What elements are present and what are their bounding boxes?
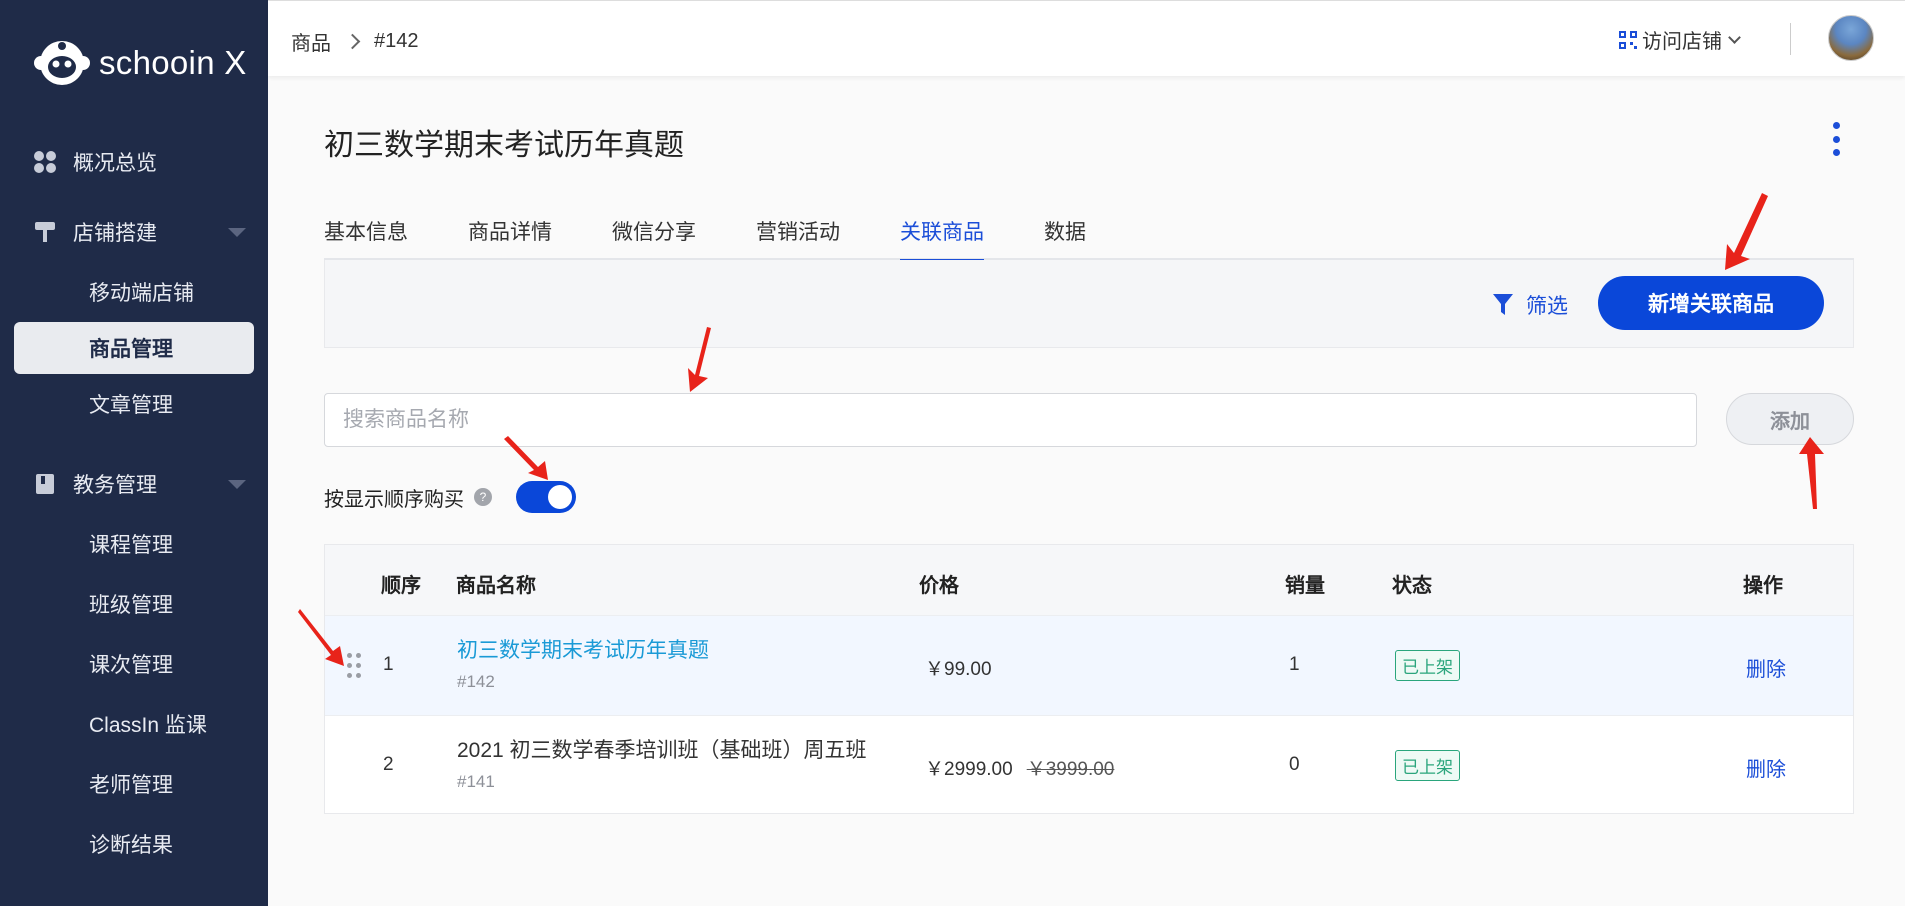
delete-link[interactable]: 删除 <box>1746 653 1786 682</box>
chevron-down-icon <box>1728 30 1741 44</box>
page-title: 初三数学期末考试历年真题 <box>324 129 684 162</box>
sidebar: schooin X 概况总览 店铺搭建 移动端店铺 商品管理 文章管理 教务管理 <box>0 0 268 906</box>
book-icon <box>32 471 58 497</box>
visit-store-label: 访问店铺 <box>1642 31 1722 53</box>
tab-data[interactable]: 数据 <box>1044 216 1086 260</box>
filter-button[interactable]: 筛选 <box>1492 290 1568 320</box>
sidebar-group-label: 店铺搭建 <box>73 222 157 245</box>
sidebar-item-product-management[interactable]: 商品管理 <box>14 322 254 374</box>
caret-down-icon <box>228 479 246 489</box>
row-order: 1 <box>383 654 394 675</box>
purchase-order-label: 按显示顺序购买 <box>324 488 464 511</box>
top-bar: 商品 #142 访问店铺 <box>268 0 1905 76</box>
add-button[interactable]: 添加 <box>1726 393 1854 445</box>
divider <box>1790 23 1791 55</box>
column-header-sales: 销量 <box>1285 575 1325 597</box>
sidebar-item-label: 概况总览 <box>73 152 157 175</box>
logo-text: schooin X <box>99 44 247 81</box>
product-id: #142 <box>457 672 495 691</box>
more-vertical-icon[interactable] <box>1832 122 1840 156</box>
tab-basic-info[interactable]: 基本信息 <box>324 216 408 260</box>
table-header: 顺序 商品名称 价格 销量 状态 操作 <box>325 545 1853 615</box>
sidebar-item-classin-monitor[interactable]: ClassIn 监课 <box>0 694 268 754</box>
add-related-product-button[interactable]: 新增关联商品 <box>1598 276 1824 330</box>
purchase-order-option: 按显示顺序购买 ? <box>324 481 576 513</box>
product-id: #141 <box>457 772 495 791</box>
caret-down-icon <box>228 227 246 237</box>
breadcrumb: 商品 #142 <box>291 27 419 56</box>
paint-roller-icon <box>32 219 58 245</box>
sidebar-item-course-management[interactable]: 课程管理 <box>0 514 268 574</box>
product-name-link[interactable]: 初三数学期末考试历年真题 <box>457 634 709 664</box>
sidebar-item-mobile-store[interactable]: 移动端店铺 <box>0 262 268 322</box>
column-header-actions: 操作 <box>1743 575 1783 597</box>
column-header-status: 状态 <box>1392 575 1432 597</box>
app-logo[interactable]: schooin X <box>33 34 247 92</box>
sidebar-item-lesson-management[interactable]: 课次管理 <box>0 634 268 694</box>
related-products-table: 顺序 商品名称 价格 销量 状态 操作 1 初三数学期末考试历年真题 #142 … <box>324 544 1854 814</box>
sidebar-item-class-management[interactable]: 班级管理 <box>0 574 268 634</box>
filter-icon <box>1493 294 1513 315</box>
tab-related-products[interactable]: 关联商品 <box>900 216 984 262</box>
visit-store-button[interactable]: 访问店铺 <box>1618 25 1741 54</box>
tab-wechat-share[interactable]: 微信分享 <box>612 216 696 260</box>
sidebar-group-academic[interactable]: 教务管理 <box>0 454 268 514</box>
breadcrumb-current: #142 <box>374 30 419 52</box>
chevron-right-icon <box>344 33 361 50</box>
original-price: ￥3999.00 <box>1026 759 1115 780</box>
product-name: 2021 初三数学春季培训班（基础班）周五班 <box>457 739 867 762</box>
sidebar-group-label: 教务管理 <box>73 474 157 497</box>
qrcode-icon <box>1619 30 1637 49</box>
purchase-order-toggle[interactable] <box>516 481 576 513</box>
sidebar-group-store[interactable]: 店铺搭建 <box>0 202 268 262</box>
delete-link[interactable]: 删除 <box>1746 753 1786 782</box>
avatar[interactable] <box>1828 15 1874 61</box>
tab-product-details[interactable]: 商品详情 <box>468 216 552 260</box>
help-icon[interactable]: ? <box>474 488 492 506</box>
table-row: 1 初三数学期末考试历年真题 #142 ￥99.00 1 已上架 删除 <box>325 615 1853 715</box>
sidebar-item-article-management[interactable]: 文章管理 <box>0 374 268 434</box>
status-badge: 已上架 <box>1395 650 1460 681</box>
current-price: ￥2999.00 <box>925 759 1013 780</box>
status-badge: 已上架 <box>1395 750 1460 781</box>
product-price: ￥2999.00 ￥3999.00 <box>925 754 1114 781</box>
row-order: 2 <box>383 754 394 775</box>
filter-label: 筛选 <box>1526 295 1568 318</box>
column-header-order: 顺序 <box>381 575 421 597</box>
product-sales: 0 <box>1289 754 1300 775</box>
tab-marketing[interactable]: 营销活动 <box>756 216 840 260</box>
dashboard-icon <box>32 149 58 175</box>
drag-handle-icon[interactable] <box>347 653 361 679</box>
search-input[interactable] <box>324 393 1697 447</box>
table-row: 2 2021 初三数学春季培训班（基础班）周五班 #141 ￥2999.00 ￥3… <box>325 715 1853 815</box>
product-sales: 1 <box>1289 654 1300 675</box>
product-price: ￥99.00 <box>925 659 992 680</box>
action-bar: 筛选 新增关联商品 <box>324 260 1854 348</box>
column-header-price: 价格 <box>919 575 959 597</box>
column-header-name: 商品名称 <box>456 575 536 597</box>
sidebar-item-overview[interactable]: 概况总览 <box>0 132 268 192</box>
sidebar-item-diagnosis-results[interactable]: 诊断结果 <box>0 814 268 874</box>
breadcrumb-products[interactable]: 商品 <box>291 27 331 56</box>
tab-bar: 基本信息 商品详情 微信分享 营销活动 关联商品 数据 <box>324 216 1854 262</box>
monkey-logo-icon <box>33 34 91 92</box>
sidebar-item-teacher-management[interactable]: 老师管理 <box>0 754 268 814</box>
